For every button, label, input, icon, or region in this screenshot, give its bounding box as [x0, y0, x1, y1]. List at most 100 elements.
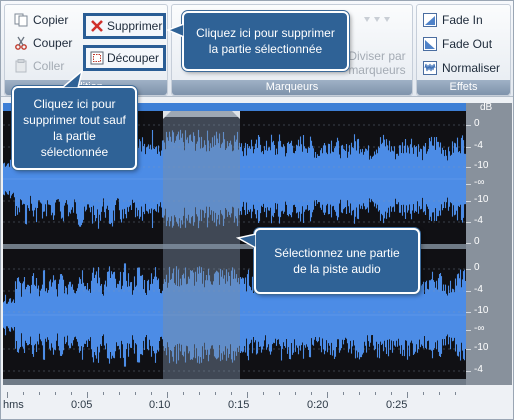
db-scale-label: -∞ — [474, 177, 485, 188]
timeline-tick — [71, 392, 72, 395]
timeline-tick — [279, 392, 280, 395]
db-tick — [466, 269, 471, 270]
timeline-label: 0:15 — [228, 399, 250, 411]
db-scale-label: -4 — [474, 215, 483, 226]
timeline-tick — [215, 392, 216, 395]
timeline-label: 0:10 — [149, 399, 171, 411]
timeline-tick — [375, 392, 376, 395]
fade-in-button[interactable]: Fade In — [423, 10, 503, 30]
db-scale-label: 0 — [474, 236, 480, 247]
timeline-tick — [135, 392, 136, 395]
normalize-icon — [423, 61, 437, 75]
delete-button[interactable]: Supprimer — [83, 13, 166, 39]
timeline-tick — [439, 392, 440, 395]
select-callout-pointer — [236, 233, 256, 249]
db-tick — [466, 312, 471, 313]
select-callout-text: Sélectionnez une partie de la piste audi… — [274, 246, 400, 276]
db-tick — [466, 125, 471, 126]
db-tick — [466, 201, 471, 202]
effects-group: Fade In Fade Out Normaliser Effets — [416, 4, 511, 96]
split-markers-icon — [364, 17, 390, 22]
db-tick — [466, 147, 471, 148]
effects-group-label: Effets — [417, 80, 510, 95]
timeline-tick — [391, 392, 392, 395]
db-scale-label: -4 — [474, 364, 483, 375]
bottom-border — [3, 379, 466, 385]
delete-callout-text: Cliquez ici pour supprimer la partie sél… — [196, 26, 335, 56]
copy-label: Copier — [33, 13, 69, 27]
cut-label: Couper — [33, 36, 73, 50]
db-scale-label: -∞ — [474, 323, 485, 334]
timeline[interactable]: hms 0:05 0:10 0:15 0:20 0:25 — [3, 392, 466, 416]
timeline-tick — [55, 392, 56, 395]
timeline-tick — [295, 392, 296, 395]
timeline-tick — [167, 392, 168, 398]
timeline-tick — [311, 392, 312, 395]
delete-x-icon — [91, 20, 103, 32]
trim-label: Découper — [107, 51, 160, 65]
timeline-tick — [263, 392, 264, 395]
db-scale-label: -4 — [474, 140, 483, 151]
db-tick — [466, 349, 471, 350]
trim-callout-pointer — [60, 70, 84, 88]
timeline-tick — [231, 392, 232, 395]
trim-icon — [90, 51, 104, 65]
db-scale-label: -10 — [474, 194, 489, 205]
select-callout: Sélectionnez une partie de la piste audi… — [254, 228, 420, 294]
delete-callout: Cliquez ici pour supprimer la partie sél… — [182, 11, 349, 71]
timeline-tick — [7, 392, 8, 398]
split-by-markers-button[interactable]: Diviser par marqueurs — [342, 49, 412, 77]
db-scale-label: 0 — [474, 262, 480, 273]
fade-in-icon — [423, 13, 437, 27]
cut-button[interactable]: Couper — [14, 33, 80, 53]
fade-in-label: Fade In — [442, 13, 483, 27]
db-scale-label: -10 — [474, 305, 489, 316]
db-unit-label: dB — [480, 102, 493, 113]
delete-label: Supprimer — [107, 19, 163, 33]
db-ruler: dB 0 -4 -10 -∞ -10 -4 0 0 -4 -10 -∞ -10 -4 — [466, 102, 512, 385]
selection-top-handle-bar — [163, 111, 240, 117]
timeline-tick — [247, 392, 248, 398]
db-tick — [466, 222, 471, 223]
db-scale-label: -10 — [474, 160, 489, 171]
normalize-button[interactable]: Normaliser — [423, 58, 509, 78]
normalize-label: Normaliser — [442, 61, 501, 75]
db-tick — [466, 184, 471, 185]
trim-button[interactable]: Découper — [83, 45, 166, 71]
timeline-unit: hms — [3, 399, 24, 411]
timeline-tick — [39, 392, 40, 395]
db-scale-label: 0 — [474, 118, 480, 129]
copy-button[interactable]: Copier — [14, 10, 76, 30]
db-tick — [466, 243, 471, 244]
db-scale-label: -4 — [474, 284, 483, 295]
timeline-tick — [455, 392, 456, 395]
timeline-tick — [119, 392, 120, 395]
trim-callout-text: Cliquez ici pour supprimer tout sauf la … — [23, 97, 126, 159]
db-tick — [466, 371, 471, 372]
fade-out-label: Fade Out — [442, 37, 493, 51]
selection-region — [163, 111, 240, 379]
fade-out-button[interactable]: Fade Out — [423, 34, 507, 54]
timeline-tick — [87, 392, 88, 398]
paste-icon — [15, 59, 27, 73]
fade-out-icon — [423, 37, 437, 51]
db-scale-label: -10 — [474, 342, 489, 353]
timeline-tick — [199, 392, 200, 395]
db-tick — [466, 291, 471, 292]
trim-callout: Cliquez ici pour supprimer tout sauf la … — [12, 86, 137, 170]
timeline-tick — [359, 392, 360, 395]
timeline-tick — [327, 392, 328, 398]
timeline-label: 0:20 — [307, 399, 329, 411]
edit-group: Copier Couper Coller Supprimer Découper — [4, 4, 168, 96]
db-tick — [466, 330, 471, 331]
timeline-tick — [151, 392, 152, 395]
timeline-tick — [183, 392, 184, 395]
timeline-tick — [23, 392, 24, 395]
timeline-tick — [407, 392, 408, 398]
markers-group-label: Marqueurs — [172, 80, 412, 95]
timeline-tick — [103, 392, 104, 395]
timeline-tick — [423, 392, 424, 395]
timeline-label: 0:05 — [71, 399, 93, 411]
copy-icon — [14, 13, 28, 27]
timeline-tick — [343, 392, 344, 395]
